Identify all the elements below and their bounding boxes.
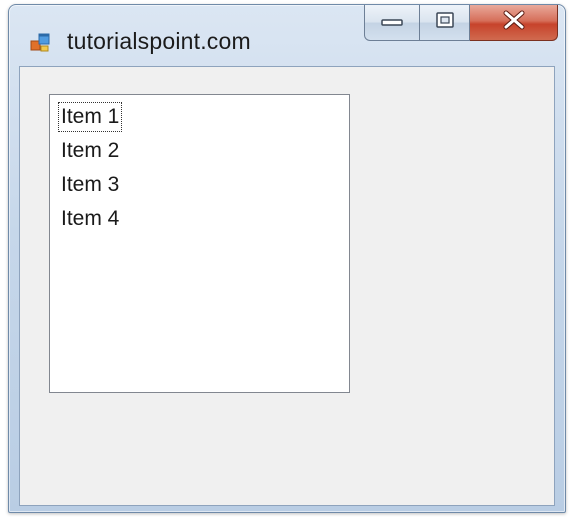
app-window: tutorialspoint.com Item 1 Item 2 Item 3 … (8, 4, 566, 513)
form-client-area: Item 1 Item 2 Item 3 Item 4 (19, 66, 555, 506)
list-item[interactable]: Item 3 (58, 170, 122, 200)
maximize-button[interactable] (420, 5, 470, 41)
window-title: tutorialspoint.com (67, 28, 251, 54)
minimize-button[interactable] (364, 5, 420, 41)
items-listbox[interactable]: Item 1 Item 2 Item 3 Item 4 (49, 94, 350, 393)
list-item[interactable]: Item 1 (58, 102, 123, 132)
list-item[interactable]: Item 4 (58, 204, 122, 234)
list-item[interactable]: Item 2 (58, 136, 122, 166)
maximize-icon (435, 11, 455, 34)
winforms-app-icon (30, 32, 50, 52)
close-icon (501, 10, 527, 35)
minimize-icon (380, 14, 404, 32)
title-bar[interactable]: tutorialspoint.com (9, 5, 565, 65)
caption-buttons (364, 5, 558, 41)
close-button[interactable] (470, 5, 558, 41)
